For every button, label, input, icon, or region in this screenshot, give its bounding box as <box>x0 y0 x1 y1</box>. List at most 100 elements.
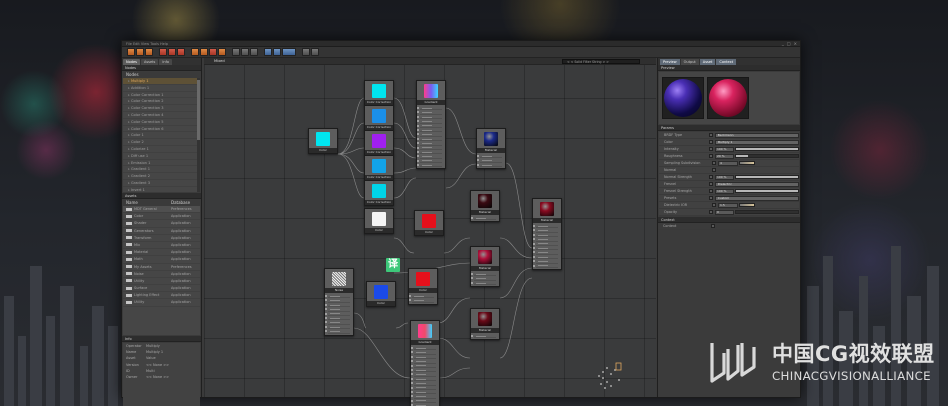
param-checkbox[interactable] <box>709 189 713 193</box>
node-list-item[interactable]: Diff use 1 <box>123 153 200 160</box>
param-value[interactable]: 100 % <box>714 174 734 180</box>
asset-row[interactable]: My Assets Preferences <box>123 264 200 271</box>
asset-row[interactable]: Shader Application <box>123 220 200 228</box>
param-checkbox[interactable] <box>712 203 716 207</box>
node-list-item[interactable]: Multiply 1 <box>123 78 200 85</box>
node-list-item[interactable]: Color Correction 2 <box>123 98 200 106</box>
node-list-item[interactable]: Color Correction 5 <box>123 119 200 126</box>
graph-node[interactable]: Color <box>414 210 444 236</box>
context-checkbox[interactable] <box>711 224 715 228</box>
snap-icon[interactable] <box>311 48 319 56</box>
graph-node[interactable]: Material <box>532 198 562 270</box>
node-list-item[interactable]: Color 1 <box>123 132 200 140</box>
graph-node[interactable]: Color <box>308 128 338 154</box>
param-swatch[interactable] <box>739 203 755 207</box>
preview-slot-1[interactable] <box>662 77 704 119</box>
param-checkbox[interactable] <box>708 182 713 186</box>
step-icon[interactable] <box>241 48 249 56</box>
param-value[interactable]: 100 % <box>714 146 734 152</box>
graph-node[interactable]: Color Correction <box>364 80 394 106</box>
save-file-icon[interactable] <box>145 48 153 56</box>
graph-node[interactable]: Color Correction <box>364 105 394 131</box>
node-list-scrollbar[interactable] <box>197 78 200 192</box>
param-slider[interactable] <box>734 210 799 214</box>
param-checkbox[interactable] <box>709 175 713 179</box>
graph-node[interactable]: Material <box>470 190 500 223</box>
zoom-icon[interactable] <box>273 48 281 56</box>
param-checkbox[interactable] <box>709 210 713 214</box>
asset-row[interactable]: Utility Application <box>123 299 200 307</box>
asset-row[interactable]: Color Application <box>123 213 200 221</box>
copy-icon[interactable] <box>168 48 176 56</box>
stop-icon[interactable] <box>250 48 258 56</box>
paste-icon[interactable] <box>177 48 185 56</box>
tab-context[interactable]: Context <box>716 59 737 65</box>
layout-icon[interactable] <box>264 48 272 56</box>
node-ports[interactable] <box>471 215 499 221</box>
node-list-item[interactable]: Colorize 1 <box>123 146 200 153</box>
param-checkbox[interactable] <box>708 196 713 200</box>
asset-row[interactable]: Material Application <box>123 249 200 257</box>
graph-node[interactable]: Color <box>364 208 394 234</box>
param-slider[interactable] <box>734 189 799 193</box>
frame-all-icon[interactable] <box>282 48 296 56</box>
redo-icon[interactable] <box>200 48 208 56</box>
asset-row[interactable]: Generators Application <box>123 228 200 235</box>
preview-slot-2[interactable] <box>707 77 749 119</box>
asset-row[interactable]: Mix Application <box>123 242 200 250</box>
asset-row[interactable]: Surface Application <box>123 285 200 293</box>
node-list-item[interactable]: Color Correction 6 <box>123 126 200 133</box>
node-list-item[interactable]: Color Correction 3 <box>123 105 200 112</box>
grid-icon[interactable] <box>302 48 310 56</box>
group-icon[interactable] <box>218 48 226 56</box>
graph-node[interactable]: Color Correction <box>364 180 394 206</box>
node-ports[interactable] <box>411 345 439 406</box>
cut-icon[interactable] <box>159 48 167 56</box>
param-slider[interactable] <box>734 154 799 158</box>
node-list-item[interactable]: Gradient 1 <box>123 166 200 174</box>
graph-node[interactable]: Gradient <box>416 80 446 170</box>
node-list-item[interactable]: Gradient 3 <box>123 180 200 187</box>
param-value[interactable]: 20 % <box>714 153 734 159</box>
param-value[interactable]: 1.5 <box>718 202 738 208</box>
graph-node[interactable]: Color <box>366 281 396 307</box>
graph-node[interactable]: Material <box>476 128 506 170</box>
graph-node[interactable]: Material <box>470 246 500 288</box>
param-checkbox[interactable] <box>708 133 713 137</box>
asset-row[interactable]: Utility Application <box>123 278 200 286</box>
node-ports[interactable] <box>533 223 561 269</box>
graph-node[interactable]: Material <box>470 308 500 341</box>
node-list-item[interactable]: Color Correction 4 <box>123 112 200 119</box>
param-checkbox[interactable] <box>712 168 716 172</box>
maximize-icon[interactable]: □ <box>787 41 791 46</box>
param-value[interactable]: 100 % <box>714 188 734 194</box>
tab-info[interactable]: Info <box>159 59 172 65</box>
param-dropdown[interactable]: Custom <box>714 195 800 201</box>
node-list-item[interactable]: Invert 1 <box>123 187 200 192</box>
node-list-item[interactable]: Color Correction 1 <box>123 92 200 99</box>
graph-minimap[interactable] <box>596 361 636 391</box>
close-icon[interactable]: × <box>794 41 797 46</box>
menu-bar[interactable]: File Edit View Tools Help <box>126 42 168 46</box>
param-value[interactable]: 0 <box>714 209 734 215</box>
open-file-icon[interactable] <box>136 48 144 56</box>
param-dropdown[interactable]: Multiply 1 <box>714 139 800 145</box>
tab-assets[interactable]: Assets <box>140 59 159 65</box>
param-checkbox[interactable] <box>709 154 713 158</box>
new-file-icon[interactable] <box>127 48 135 56</box>
param-dropdown[interactable]: Beckmann <box>714 132 800 138</box>
node-ports[interactable] <box>471 271 499 286</box>
node-list-item[interactable]: Emission 1 <box>123 160 200 167</box>
asset-row[interactable]: Transform Application <box>123 235 200 242</box>
param-slider[interactable] <box>734 147 799 151</box>
node-ports[interactable] <box>409 293 437 304</box>
node-ports[interactable] <box>325 293 353 335</box>
play-icon[interactable] <box>232 48 240 56</box>
asset-row[interactable]: Lighting Effect Application <box>123 292 200 300</box>
node-list-item[interactable]: Addition 1 <box>123 85 200 92</box>
graph-node[interactable]: Color Correction <box>364 155 394 181</box>
undo-icon[interactable] <box>191 48 199 56</box>
delete-icon[interactable] <box>209 48 217 56</box>
param-value[interactable]: 4 <box>718 160 738 166</box>
asset-row[interactable]: Math Application <box>123 256 200 264</box>
